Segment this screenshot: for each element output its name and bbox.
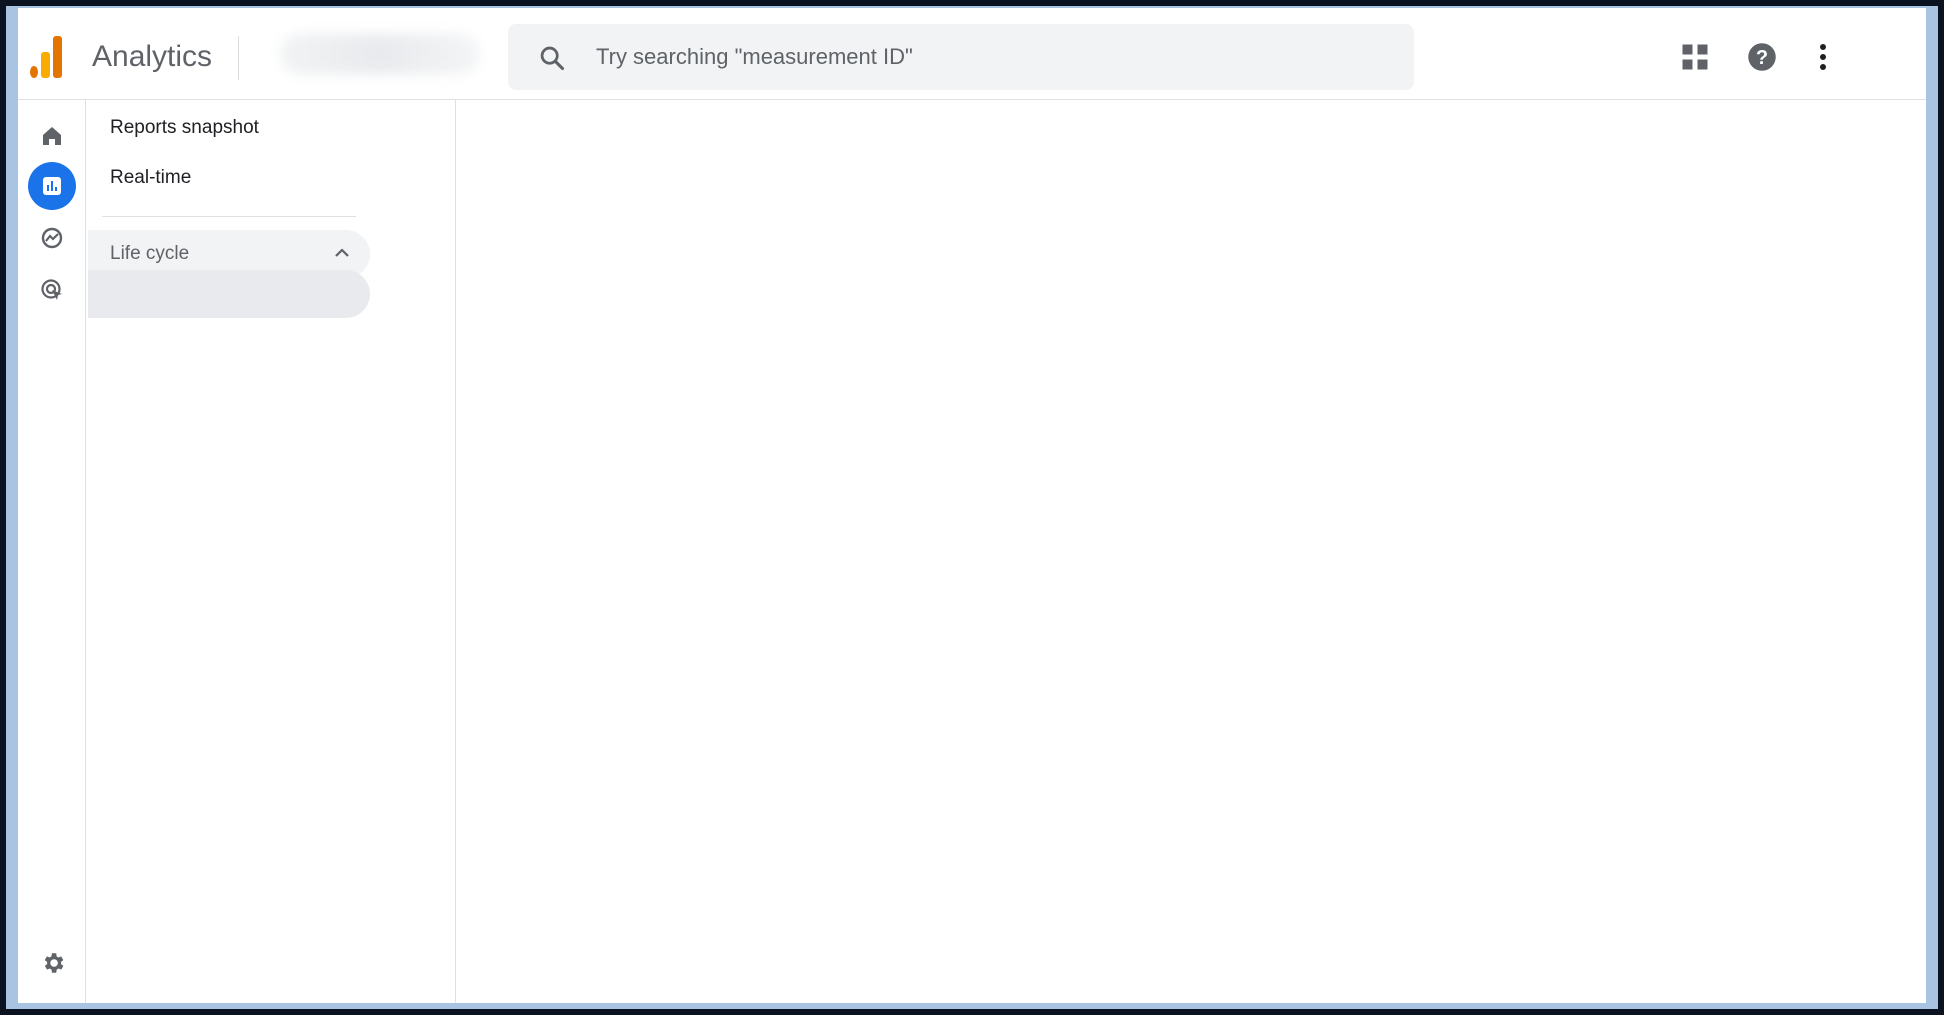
help-icon[interactable]: ? — [1747, 42, 1777, 72]
reports-nav: Reports snapshot Real-time Life cycle Ac… — [86, 100, 456, 1003]
left-rail — [18, 100, 86, 1003]
analytics-app: Analytics ? — [18, 8, 1926, 1003]
home-button[interactable] — [28, 112, 76, 160]
engagement-bg — [88, 270, 370, 318]
explore-button[interactable] — [28, 214, 76, 262]
admin-settings-button[interactable] — [28, 938, 76, 986]
advertising-icon — [41, 279, 62, 300]
gear-icon — [44, 953, 64, 973]
search-bar[interactable] — [508, 24, 1414, 90]
chevron-up-icon[interactable] — [334, 248, 350, 258]
reports-button[interactable] — [28, 162, 76, 210]
more-vert-icon[interactable] — [1808, 42, 1838, 72]
apps-grid-icon[interactable] — [1680, 42, 1710, 72]
nav-realtime[interactable]: Real-time — [110, 156, 191, 200]
nav-divider — [102, 216, 356, 217]
search-icon — [540, 46, 565, 71]
search-input[interactable] — [596, 38, 1376, 76]
account-selector-blurred[interactable] — [280, 34, 480, 74]
reports-icon — [43, 177, 61, 195]
explore-icon — [41, 227, 63, 249]
nav-reports-snapshot[interactable]: Reports snapshot — [110, 106, 259, 150]
top-divider — [238, 36, 239, 80]
svg-text:?: ? — [1756, 47, 1768, 69]
top-bar: Analytics ? — [18, 8, 1926, 100]
home-icon — [43, 127, 61, 145]
app-name: Analytics — [92, 40, 213, 73]
advertising-button[interactable] — [28, 266, 76, 314]
analytics-logo-icon — [28, 36, 62, 78]
